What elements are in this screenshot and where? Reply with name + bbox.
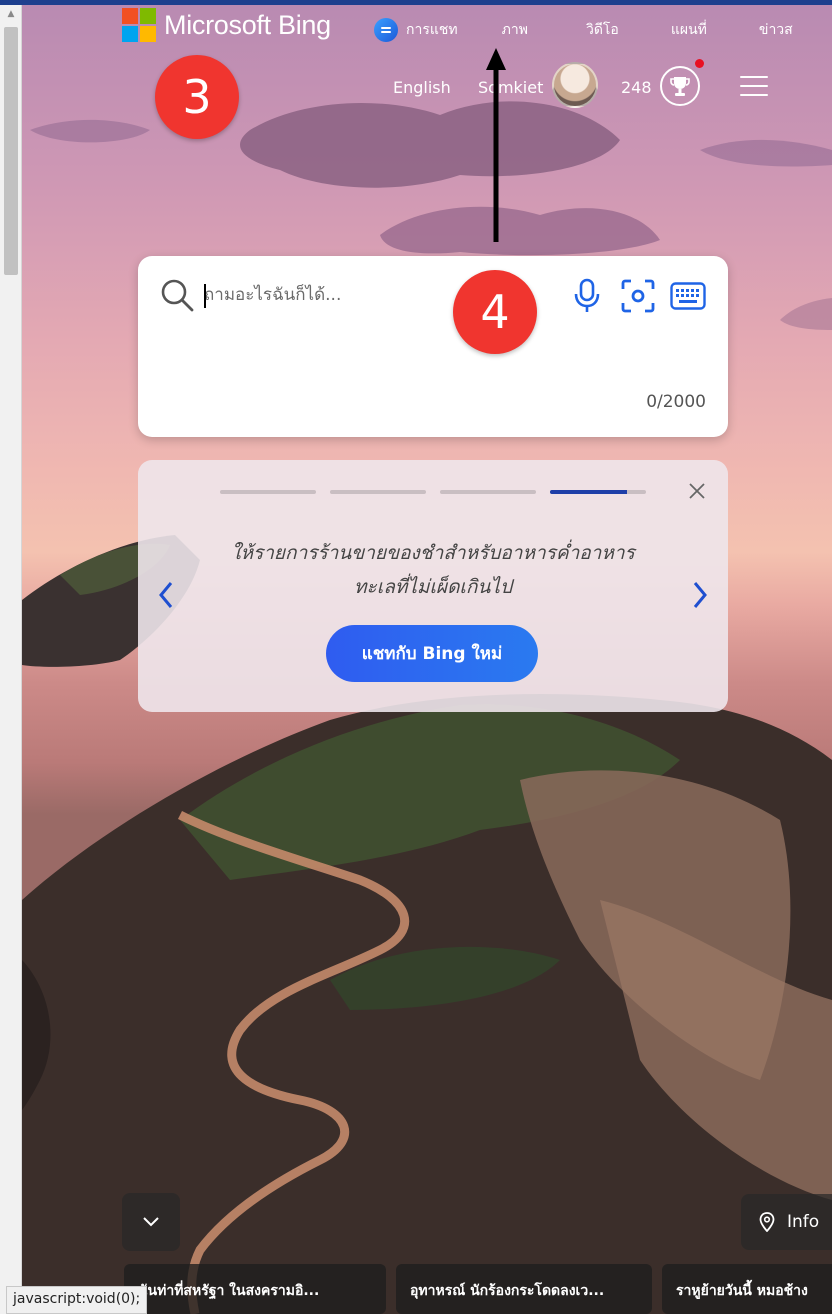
location-pin-icon: [759, 1212, 775, 1232]
suggestion-text[interactable]: ให้รายการร้านขายของชำสำหรับอาหารค่ำอาหาร…: [198, 536, 668, 604]
carousel-dot[interactable]: [220, 490, 316, 494]
notification-dot: [695, 59, 704, 68]
language-link[interactable]: English: [393, 78, 451, 97]
hamburger-menu-icon[interactable]: [740, 76, 768, 96]
rewards-trophy-icon[interactable]: [660, 59, 704, 106]
news-item[interactable]: อุทาหรณ์ นักร้องกระโดดลงเว...: [396, 1264, 652, 1314]
annotation-arrow-icon: [486, 48, 506, 242]
top-strip: [0, 0, 832, 5]
annotation-badge-3: 3: [155, 55, 239, 139]
close-icon[interactable]: [686, 480, 708, 502]
scroll-thumb[interactable]: [4, 27, 18, 275]
nav-images[interactable]: ภาพ: [502, 19, 528, 41]
vertical-scrollbar[interactable]: ▲ ▼: [0, 5, 22, 1314]
scroll-up-icon[interactable]: ▲: [0, 5, 22, 23]
cloud: [30, 119, 150, 143]
nav-chat-label: การแชท: [406, 22, 458, 38]
bing-homepage: ▲ ▼ Microsoft Bing การแชท ภาพ วิดีโอ แผน…: [0, 0, 832, 1314]
search-input[interactable]: [204, 280, 494, 310]
microsoft-logo-icon: [122, 8, 156, 42]
carousel-dot[interactable]: [440, 490, 536, 494]
carousel-dot[interactable]: [330, 490, 426, 494]
chevron-right-icon[interactable]: [690, 580, 710, 610]
nav-news[interactable]: ข่าวส: [759, 19, 793, 41]
news-item[interactable]: ราหูย้ายวันนี้ หมอช้าง: [662, 1264, 832, 1314]
logo-text: Microsoft Bing: [164, 9, 331, 40]
carousel-progress: [220, 490, 646, 494]
text-caret: [204, 284, 206, 308]
suggestion-line: ทะเลที่ไม่เผ็ดเกินไป: [353, 576, 513, 598]
chevron-left-icon[interactable]: [156, 580, 176, 610]
status-bar: javascript:void(0);: [6, 1286, 148, 1314]
suggestion-line: ให้รายการร้านขายของชำสำหรับอาหารค่ำอาหาร: [231, 542, 635, 564]
chat-icon: [374, 18, 398, 42]
cloud: [240, 101, 620, 188]
microphone-icon[interactable]: [572, 278, 602, 314]
news-row: ฉันท่าที่สหรัฐา ในสงครามอิ... อุทาหรณ์ น…: [124, 1264, 832, 1314]
suggestion-card: ให้รายการร้านขายของชำสำหรับอาหารค่ำอาหาร…: [138, 460, 728, 712]
character-counter: 0/2000: [646, 392, 706, 412]
search-box[interactable]: 0/2000: [138, 256, 728, 437]
cloud: [780, 298, 832, 330]
new-chat-button[interactable]: แชทกับ Bing ใหม่: [326, 625, 538, 682]
cloud: [700, 139, 832, 167]
annotation-badge-4: 4: [453, 270, 537, 354]
nav-maps[interactable]: แผนที่: [671, 19, 707, 41]
collapse-button[interactable]: [122, 1193, 180, 1251]
nav-chat[interactable]: การแชท: [374, 18, 458, 42]
visual-search-icon[interactable]: [620, 278, 656, 314]
carousel-dot[interactable]: [550, 490, 646, 494]
info-label: Info: [787, 1212, 820, 1232]
image-info-button[interactable]: Info: [741, 1194, 832, 1250]
search-icon: [161, 279, 194, 312]
keyboard-icon[interactable]: [670, 282, 706, 310]
cloud: [380, 206, 660, 256]
top-nav: การแชท ภาพ วิดีโอ แผนที่ ข่าวส: [374, 18, 793, 42]
avatar[interactable]: [552, 62, 598, 108]
chevron-down-icon: [143, 1217, 159, 1227]
rewards-points[interactable]: 248: [621, 78, 652, 97]
bing-logo[interactable]: Microsoft Bing: [122, 8, 331, 42]
nav-videos[interactable]: วิดีโอ: [586, 19, 619, 41]
trophy-icon: [670, 77, 690, 96]
news-item[interactable]: ฉันท่าที่สหรัฐา ในสงครามอิ...: [124, 1264, 386, 1314]
